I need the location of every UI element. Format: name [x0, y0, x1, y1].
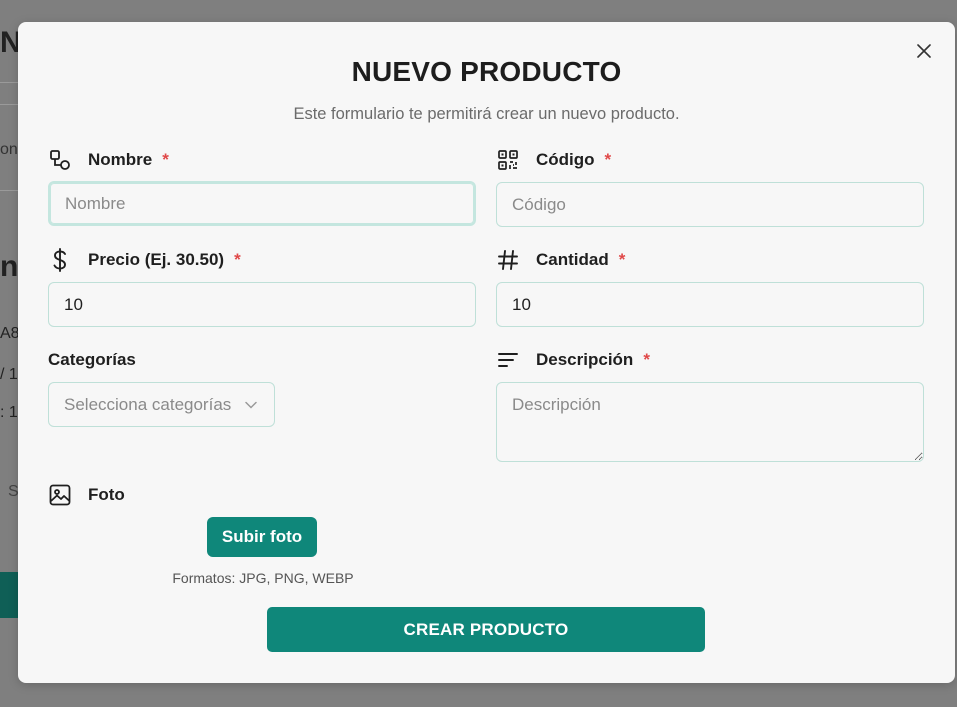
- image-icon: [48, 483, 72, 507]
- background-button-fragment: [0, 572, 18, 618]
- required-mark: *: [643, 350, 650, 369]
- precio-label: Precio (Ej. 30.50) *: [48, 248, 241, 272]
- modal-title: NUEVO PRODUCTO: [351, 56, 622, 87]
- foto-label-text: Foto: [88, 485, 125, 504]
- background-fragment: : 1: [0, 404, 18, 421]
- upload-photo-button[interactable]: Subir foto: [207, 517, 317, 557]
- photo-formats-hint: Formatos: JPG, PNG, WEBP: [172, 570, 354, 586]
- foto-label: Foto: [48, 483, 125, 507]
- create-product-button[interactable]: CREAR PRODUCTO: [267, 607, 705, 652]
- categorias-label-text: Categorías: [48, 350, 136, 369]
- hash-icon: [496, 248, 520, 272]
- cantidad-label: Cantidad *: [496, 248, 625, 272]
- nombre-label: Nombre *: [48, 148, 169, 172]
- background-fragment: / 1: [0, 366, 18, 383]
- nombre-label-text: Nombre: [88, 150, 153, 169]
- background-fragment: on: [0, 141, 18, 158]
- dollar-icon: [48, 248, 72, 272]
- nombre-input[interactable]: [48, 181, 476, 226]
- cantidad-label-text: Cantidad: [536, 250, 609, 269]
- codigo-label-text: Código: [536, 150, 595, 169]
- precio-label-text: Precio (Ej. 30.50): [88, 250, 225, 269]
- codigo-input[interactable]: [496, 182, 924, 227]
- new-product-modal: NUEVO PRODUCTO Este formulario te permit…: [18, 22, 955, 683]
- chevron-down-icon: [245, 401, 258, 409]
- required-mark: *: [234, 250, 241, 269]
- categorias-label: Categorías: [48, 348, 136, 372]
- descripcion-label-text: Descripción: [536, 350, 634, 369]
- background-divider: [0, 104, 18, 105]
- categorias-select[interactable]: Selecciona categorías: [48, 382, 275, 427]
- cantidad-input[interactable]: [496, 282, 924, 327]
- text-lines-icon: [496, 348, 520, 372]
- background-divider: [0, 190, 18, 191]
- codigo-label: Código *: [496, 148, 611, 172]
- precio-input[interactable]: [48, 282, 476, 327]
- background-fragment: A8: [0, 325, 20, 342]
- descripcion-label: Descripción *: [496, 348, 650, 372]
- background-divider: [0, 82, 18, 83]
- required-mark: *: [162, 150, 169, 169]
- modal-subtitle: Este formulario te permitirá crear un nu…: [293, 105, 680, 123]
- descripcion-textarea[interactable]: [496, 382, 924, 462]
- qr-code-icon: [496, 148, 520, 172]
- shapes-icon: [48, 148, 72, 172]
- required-mark: *: [618, 250, 626, 269]
- categorias-placeholder: Selecciona categorías: [64, 394, 232, 414]
- required-mark: *: [604, 150, 612, 169]
